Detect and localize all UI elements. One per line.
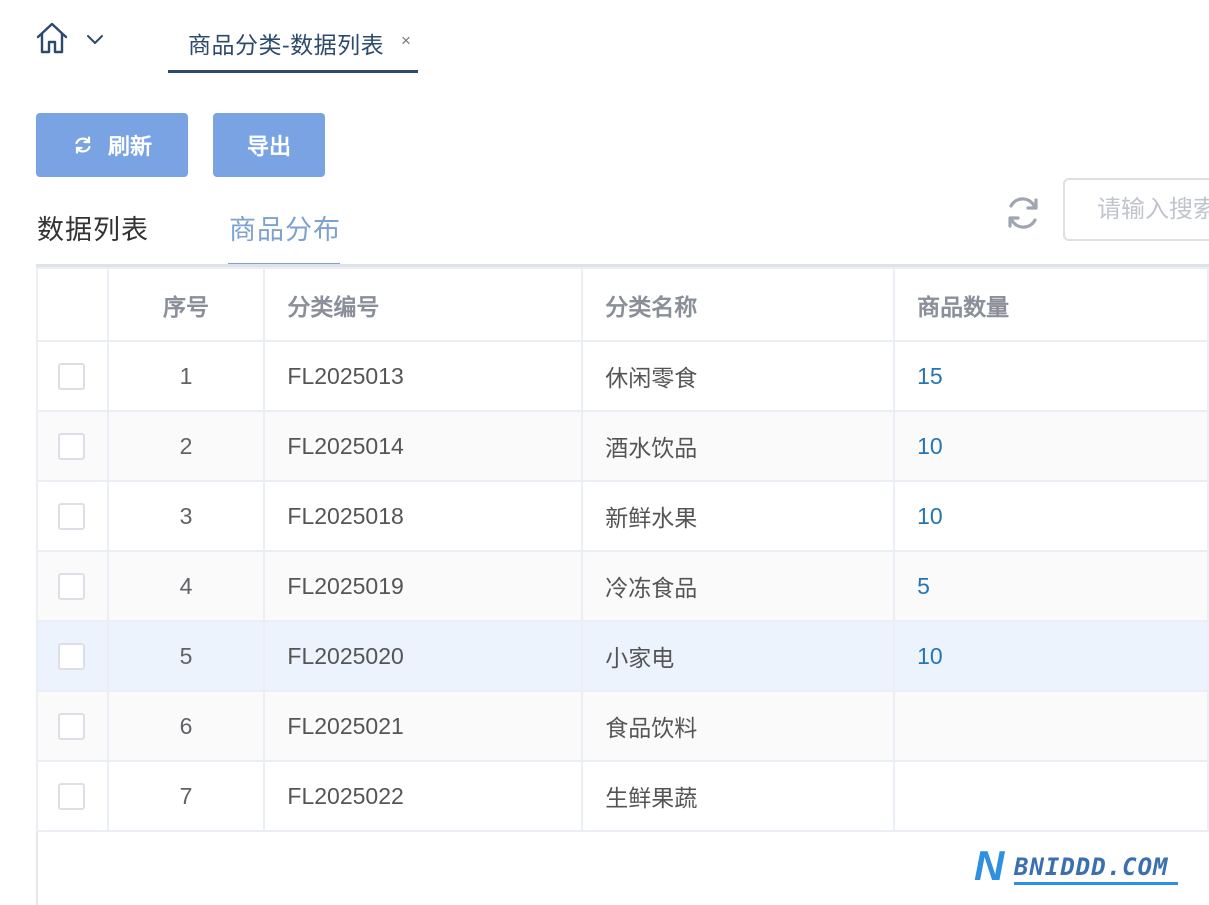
tab-product-distribution[interactable]: 商品分布 xyxy=(229,208,341,247)
reload-icon[interactable] xyxy=(1002,192,1044,234)
row-checkbox[interactable] xyxy=(58,642,85,670)
close-icon[interactable]: × xyxy=(401,31,411,51)
row-checkbox-cell xyxy=(36,550,109,622)
row-category-name: 食品饮料 xyxy=(581,690,896,762)
row-index: 6 xyxy=(106,690,266,762)
row-category-name: 酒水饮品 xyxy=(581,410,896,482)
watermark-logo: N BNIDDD.COM xyxy=(974,842,1184,889)
row-checkbox[interactable] xyxy=(58,782,85,810)
home-icon[interactable] xyxy=(34,20,70,56)
row-product-count[interactable]: 10 xyxy=(893,410,1209,482)
row-index: 3 xyxy=(106,480,266,552)
row-product-count[interactable]: 10 xyxy=(893,620,1209,692)
page: 商品分类-数据列表 × 刷新 导出 数据列表 商品分布 请输入搜索 序号 分类编… xyxy=(0,0,1209,905)
table-row[interactable]: 2 FL2025014 酒水饮品 10 xyxy=(36,410,1209,482)
row-category-name: 生鲜果蔬 xyxy=(581,760,896,832)
watermark-text: BNIDDD.COM xyxy=(1014,853,1169,881)
table-row[interactable]: 1 FL2025013 休闲零食 15 xyxy=(36,340,1209,412)
header-category-code[interactable]: 分类编号 xyxy=(263,267,584,342)
row-category-name: 新鲜水果 xyxy=(581,480,896,552)
watermark-letter: N xyxy=(974,842,1005,889)
tab-label: 商品分类-数据列表 xyxy=(188,32,385,58)
watermark-underline xyxy=(1014,882,1178,885)
row-product-count[interactable]: 5 xyxy=(893,550,1209,622)
table-row[interactable]: 5 FL2025020 小家电 10 xyxy=(36,620,1209,692)
row-index: 2 xyxy=(106,410,266,482)
refresh-icon xyxy=(72,134,94,156)
table-row[interactable]: 6 FL2025021 食品饮料 xyxy=(36,690,1209,762)
row-checkbox-cell xyxy=(36,410,109,482)
row-checkbox[interactable] xyxy=(58,572,85,600)
export-button[interactable]: 导出 xyxy=(213,113,325,177)
row-index: 7 xyxy=(106,760,266,832)
row-checkbox-cell xyxy=(36,620,109,692)
tab-data-list[interactable]: 数据列表 xyxy=(37,208,149,247)
row-category-code: FL2025014 xyxy=(263,410,584,482)
header-index[interactable]: 序号 xyxy=(106,267,266,342)
row-checkbox-cell xyxy=(36,340,109,412)
row-checkbox[interactable] xyxy=(58,502,85,530)
row-category-code: FL2025018 xyxy=(263,480,584,552)
row-checkbox-cell xyxy=(36,480,109,552)
row-index: 4 xyxy=(106,550,266,622)
row-checkbox[interactable] xyxy=(58,362,85,390)
row-index: 5 xyxy=(106,620,266,692)
row-product-count[interactable] xyxy=(893,760,1209,832)
row-product-count[interactable]: 10 xyxy=(893,480,1209,552)
table-row[interactable]: 3 FL2025018 新鲜水果 10 xyxy=(36,480,1209,552)
row-category-code: FL2025019 xyxy=(263,550,584,622)
header-category-name[interactable]: 分类名称 xyxy=(581,267,896,342)
row-category-code: FL2025020 xyxy=(263,620,584,692)
row-index: 1 xyxy=(106,340,266,412)
row-category-code: FL2025022 xyxy=(263,760,584,832)
row-category-name: 冷冻食品 xyxy=(581,550,896,622)
chevron-down-icon[interactable] xyxy=(84,28,106,50)
row-product-count[interactable] xyxy=(893,690,1209,762)
row-checkbox[interactable] xyxy=(58,712,85,740)
row-product-count[interactable]: 15 xyxy=(893,340,1209,412)
header-checkbox-cell xyxy=(36,267,109,342)
refresh-button-label: 刷新 xyxy=(107,134,152,159)
tab-category-data-list[interactable]: 商品分类-数据列表 × xyxy=(168,12,418,73)
refresh-button[interactable]: 刷新 xyxy=(36,113,188,177)
row-checkbox-cell xyxy=(36,760,109,832)
search-input[interactable] xyxy=(1063,178,1209,241)
row-category-code: FL2025021 xyxy=(263,690,584,762)
row-category-name: 小家电 xyxy=(581,620,896,692)
header-product-count[interactable]: 商品数量 xyxy=(893,267,1209,342)
row-checkbox[interactable] xyxy=(58,432,85,460)
export-button-label: 导出 xyxy=(246,134,291,159)
category-table: 序号 分类编号 分类名称 商品数量 1 FL2025013 休闲零食 15 2 … xyxy=(36,267,1209,832)
row-category-code: FL2025013 xyxy=(263,340,584,412)
row-checkbox-cell xyxy=(36,690,109,762)
table-row[interactable]: 4 FL2025019 冷冻食品 5 xyxy=(36,550,1209,622)
row-category-name: 休闲零食 xyxy=(581,340,896,412)
table-header-row: 序号 分类编号 分类名称 商品数量 xyxy=(36,267,1209,342)
table-row[interactable]: 7 FL2025022 生鲜果蔬 xyxy=(36,760,1209,832)
